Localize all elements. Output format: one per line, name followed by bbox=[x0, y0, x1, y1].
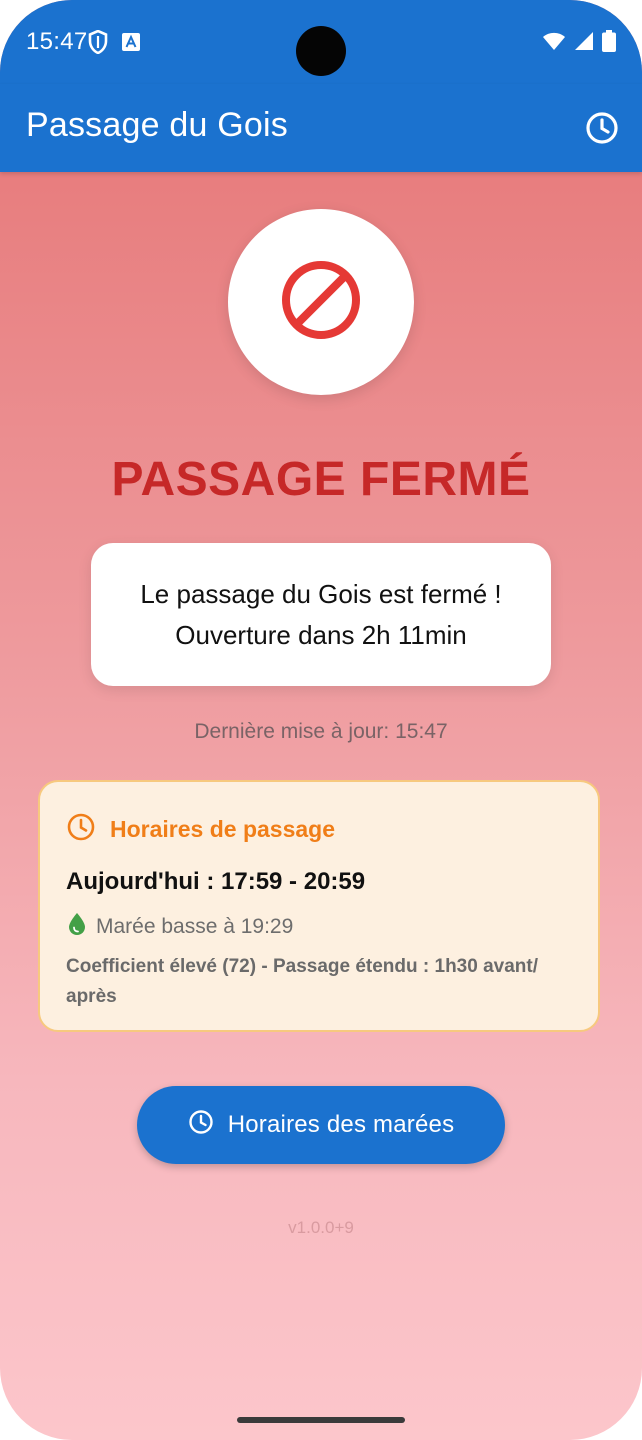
low-tide-text: Marée basse à 19:29 bbox=[96, 915, 294, 938]
status-message-card: Le passage du Gois est fermé ! Ouverture… bbox=[91, 543, 551, 686]
app-bar: Passage du Gois bbox=[0, 84, 642, 172]
coefficient-note: Coefficient élevé (72) - Passage étendu … bbox=[66, 956, 539, 1007]
clock-icon bbox=[66, 812, 96, 847]
status-bar: 15:47 bbox=[0, 0, 642, 84]
app-title: Passage du Gois bbox=[26, 106, 288, 144]
status-message-line2: Ouverture dans 2h 11min bbox=[175, 619, 467, 650]
camera-cutout bbox=[296, 26, 346, 76]
home-indicator[interactable] bbox=[237, 1417, 405, 1423]
status-time: 15:47 bbox=[26, 28, 88, 55]
version-label: v1.0.0+9 bbox=[288, 1218, 354, 1237]
tide-schedule-button[interactable]: Horaires des marées bbox=[137, 1086, 505, 1164]
shield-icon bbox=[88, 29, 108, 59]
schedule-today: Aujourd'hui : 17:59 - 20:59 bbox=[66, 868, 366, 895]
battery-icon bbox=[602, 30, 616, 57]
status-message-line1: Le passage du Gois est fermé ! bbox=[140, 578, 502, 609]
schedule-title: Horaires de passage bbox=[110, 816, 336, 842]
translate-a-icon bbox=[122, 33, 140, 56]
signal-icon bbox=[574, 31, 594, 56]
water-drop-icon bbox=[66, 912, 88, 942]
wifi-icon bbox=[542, 31, 566, 56]
last-update-text: Dernière mise à jour: 15:47 bbox=[194, 720, 448, 743]
no-entry-icon bbox=[281, 260, 361, 345]
app-screen: 15:47 Passage du Gois PASSAGE FERMÉ Le p… bbox=[0, 0, 642, 1440]
history-clock-icon[interactable] bbox=[582, 108, 622, 148]
clock-icon bbox=[188, 1109, 214, 1142]
status-headline: PASSAGE FERMÉ bbox=[111, 453, 531, 506]
status-indicator bbox=[228, 209, 414, 395]
schedule-card: Horaires de passage Aujourd'hui : 17:59 … bbox=[38, 780, 600, 1032]
tide-schedule-button-label: Horaires des marées bbox=[227, 1111, 455, 1138]
